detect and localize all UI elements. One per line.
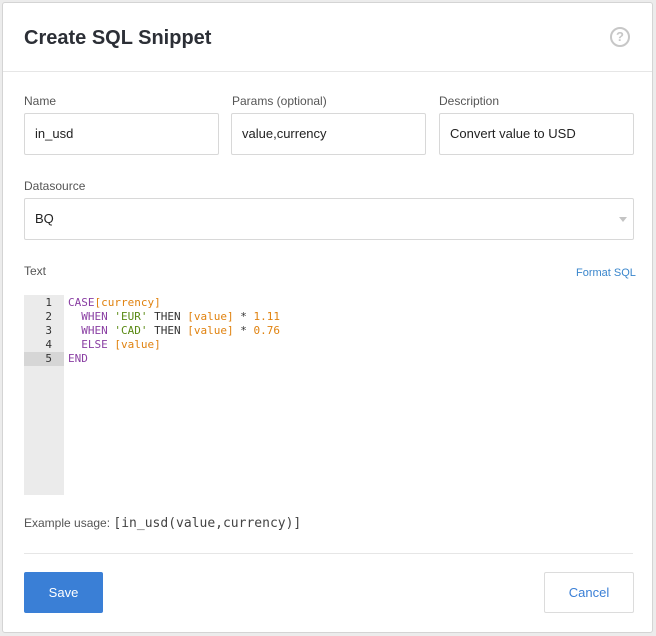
cancel-button[interactable]: Cancel — [544, 572, 634, 613]
code-token: 'EUR' — [114, 310, 148, 323]
code-token: THEN — [147, 310, 188, 323]
code-token: [value] — [187, 324, 234, 337]
example-usage-label: Example usage: — [24, 516, 111, 530]
code-line: CASE[currency] — [68, 296, 161, 310]
create-snippet-dialog: Create SQL Snippet ? Name in_usd Params … — [2, 2, 653, 633]
line-number: 3 — [45, 324, 52, 337]
code-token: [value] — [187, 310, 234, 323]
code-line: ELSE [value] — [68, 338, 161, 352]
code-token: ELSE — [81, 338, 108, 351]
code-token: WHEN — [81, 310, 108, 323]
example-usage: Example usage: [in_usd(value,currency)] — [24, 516, 301, 531]
question-circle-icon[interactable]: ? — [610, 27, 630, 47]
code-line: WHEN 'CAD' THEN [value] * 0.76 — [68, 324, 280, 338]
name-input[interactable]: in_usd — [24, 113, 219, 155]
code-token: [value] — [114, 338, 161, 351]
params-input[interactable]: value,currency — [231, 113, 426, 155]
code-token: [currency] — [94, 296, 161, 309]
code-token: 'CAD' — [114, 324, 148, 337]
code-token: CASE — [68, 296, 95, 309]
code-token: * — [233, 310, 254, 323]
description-label: Description — [439, 94, 500, 108]
line-number: 4 — [45, 338, 52, 351]
params-label: Params (optional) — [232, 94, 327, 108]
example-usage-code: [in_usd(value,currency)] — [113, 516, 302, 531]
code-token: WHEN — [81, 324, 108, 337]
sql-editor[interactable]: 12345 CASE[currency] WHEN 'EUR' THEN [va… — [24, 295, 633, 495]
line-number: 2 — [45, 310, 52, 323]
code-token: * — [233, 324, 254, 337]
code-line: END — [68, 352, 88, 366]
name-label: Name — [24, 94, 57, 108]
description-input[interactable]: Convert value to USD — [439, 113, 634, 155]
code-token: END — [68, 352, 88, 365]
code-line: WHEN 'EUR' THEN [value] * 1.11 — [68, 310, 280, 324]
dialog-title: Create SQL Snippet — [24, 27, 212, 49]
datasource-label: Datasource — [24, 179, 86, 193]
footer-divider — [24, 553, 633, 554]
format-sql-link[interactable]: Format SQL — [576, 267, 636, 279]
dialog-header: Create SQL Snippet ? — [3, 3, 652, 72]
code-token: 0.76 — [253, 324, 280, 337]
code-token: 1.11 — [253, 310, 280, 323]
text-label: Text — [24, 264, 47, 278]
code-token: THEN — [147, 324, 188, 337]
datasource-select[interactable]: BQ — [24, 198, 634, 240]
line-number: 5 — [24, 352, 64, 366]
save-button[interactable]: Save — [24, 572, 103, 613]
chevron-down-icon — [619, 217, 627, 222]
line-number: 1 — [45, 296, 52, 309]
